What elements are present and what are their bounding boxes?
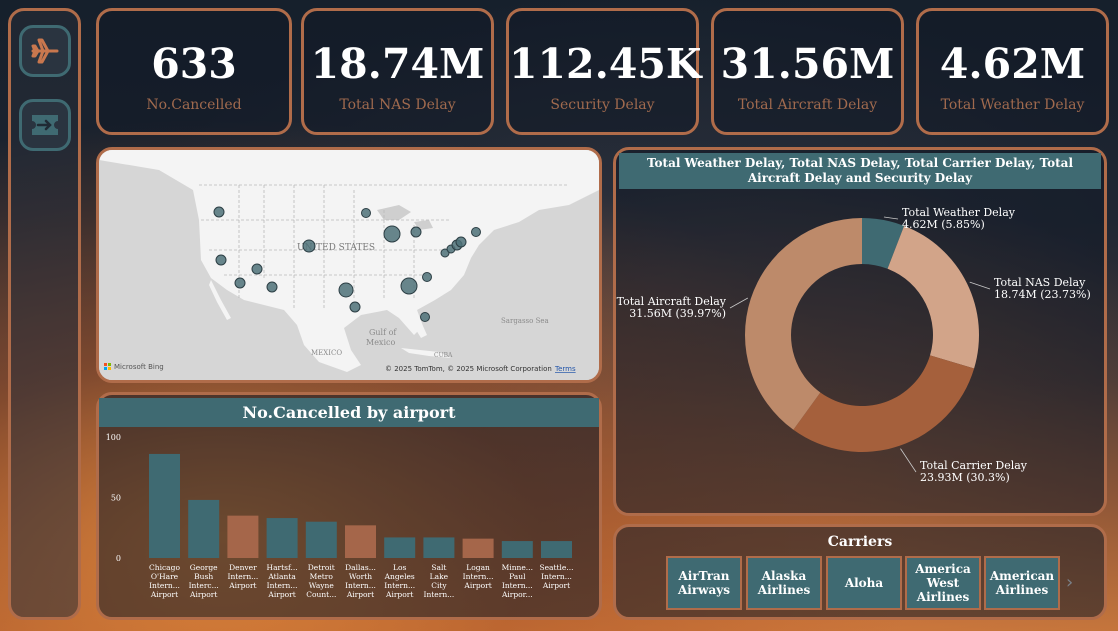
sidebar [8,8,81,620]
bar[interactable] [423,537,455,558]
airport-bubble[interactable] [266,281,278,293]
map-label-mexico: MEXICO [311,349,342,357]
airport-bubble[interactable] [215,254,227,266]
bar[interactable] [266,518,298,558]
donut-slice[interactable] [887,225,979,369]
bar[interactable] [305,521,337,558]
carriers-next-arrow[interactable]: › [1066,572,1073,593]
bing-logo-text: Microsoft Bing [114,363,164,371]
bar[interactable] [227,515,259,558]
donut-chart-title: Total Weather Delay, Total NAS Delay, To… [619,153,1101,189]
kpi-card-cancelled: 633 No.Cancelled [96,8,292,135]
bar-chart-panel: No.Cancelled by airport 0 50 100 Chicago O'H… [96,392,602,620]
bar[interactable] [345,525,376,558]
donut-slice-value: 18.74M (23.73%) [994,288,1091,301]
airport-bubble[interactable] [422,272,432,282]
airport-bubble[interactable] [338,282,354,298]
x-tick-label: Minne... Paul Intern... Airpor... [501,563,533,599]
map-canvas[interactable]: UNITED STATES Gulf of Mexico MEXICO CUBA… [99,150,599,380]
carrier-button[interactable]: AirTran Airways [666,556,742,610]
y-tick-label: 50 [111,494,121,503]
kpi-card-security-delay: 112.45K Security Delay [506,8,702,135]
donut-slice-value: 23.93M (30.3%) [920,471,1010,484]
kpi-label: Security Delay [550,97,655,113]
bar[interactable] [384,537,416,558]
kpi-label: Total Weather Delay [940,97,1085,113]
sidebar-item-flights[interactable] [19,25,71,77]
carrier-button[interactable]: Alaska Airlines [746,556,822,610]
donut-leader-line [969,281,991,290]
donut-slice[interactable] [745,218,862,430]
map-copyright: © 2025 TomTom, © 2025 Microsoft Corporat… [385,365,552,373]
donut-chart-panel: Total Weather Delay, Total NAS Delay, To… [613,147,1107,516]
airport-bubble[interactable] [410,226,422,238]
airport-bubble[interactable] [302,239,316,253]
carriers-slicer: Carriers AirTran Airways Alaska Airlines… [613,524,1107,620]
y-tick-label: 0 [116,554,121,563]
donut-leader-line [883,216,899,220]
ticket-icon [32,115,58,135]
bar[interactable] [462,538,494,558]
bar-chart: 0 50 100 Chicago O'Hare Intern... Airport Georg… [106,433,574,599]
x-tick-label: Dallas... Worth Intern... Airport [345,563,376,599]
airport-bubble[interactable] [213,206,225,218]
kpi-value: 31.56M [720,40,895,88]
kpi-value: 4.62M [939,40,1086,88]
kpi-value: 112.45K [509,40,702,88]
kpi-label: Total NAS Delay [339,97,456,113]
map-label-cuba: CUBA [434,352,453,359]
airport-bubble[interactable] [420,312,430,322]
x-tick-label: Salt Lake City Intern... [423,563,454,599]
kpi-label: No.Cancelled [146,97,242,113]
airport-bubble[interactable] [361,208,371,218]
airport-bubble[interactable] [383,225,401,243]
donut-slice-value: 4.62M (5.85%) [902,218,985,231]
airport-bubble[interactable] [471,227,481,237]
bar[interactable] [541,541,572,558]
carrier-button[interactable]: America West Airlines [905,556,981,610]
kpi-value: 633 [151,40,237,88]
x-tick-label: Denver Intern... Airport [227,563,258,590]
airport-bubble[interactable] [455,236,467,248]
donut-leader-line [729,297,749,309]
kpi-card-aircraft-delay: 31.56M Total Aircraft Delay [711,8,904,135]
kpi-card-nas-delay: 18.74M Total NAS Delay [301,8,494,135]
airport-bubble[interactable] [349,301,361,313]
bar[interactable] [149,453,180,558]
donut-chart: Total Weather Delay4.62M (5.85%)Total NA… [617,206,1091,484]
sidebar-item-tickets[interactable] [19,99,71,151]
kpi-value: 18.74M [310,40,485,88]
y-tick-label: 100 [106,433,121,442]
x-tick-label: Chicago O'Hare Intern... Airport [149,563,180,599]
x-tick-label: Detroit Metro Wayne Count... [306,563,336,599]
donut-leader-line [900,448,917,473]
x-tick-label: George Bush Interc... Airport [189,563,219,599]
airport-bubble[interactable] [251,263,263,275]
bar-chart-title: No.Cancelled by airport [99,398,599,427]
bar[interactable] [501,541,533,558]
kpi-label: Total Aircraft Delay [737,97,878,113]
x-tick-label: Los Angeles Intern... Airport [384,563,416,599]
x-tick-label: Logan Intern... Airport [463,563,494,590]
x-tick-label: Hartsf... Atlanta Intern... Airport [267,563,298,599]
carrier-button[interactable]: American Airlines [984,556,1060,610]
airplane-icon [31,38,59,64]
donut-slice[interactable] [793,355,975,452]
x-tick-label: Seattle... Intern... Airport [539,563,573,590]
map-label-gulf-line1: Gulf of [369,328,397,337]
airport-bubble[interactable] [400,277,418,295]
map-terms-link[interactable]: Terms [554,365,576,373]
airport-bubble[interactable] [234,277,246,289]
map-label-gulf-line2: Mexico [366,338,395,347]
carriers-title: Carriers [827,534,893,550]
bar[interactable] [188,499,220,558]
kpi-card-weather-delay: 4.62M Total Weather Delay [916,8,1109,135]
airport-map[interactable]: UNITED STATES Gulf of Mexico MEXICO CUBA… [96,147,602,383]
map-label-sargasso: Sargasso Sea [501,317,549,325]
donut-slice-value: 31.56M (39.97%) [629,307,726,320]
carrier-button[interactable]: Aloha [826,556,902,610]
